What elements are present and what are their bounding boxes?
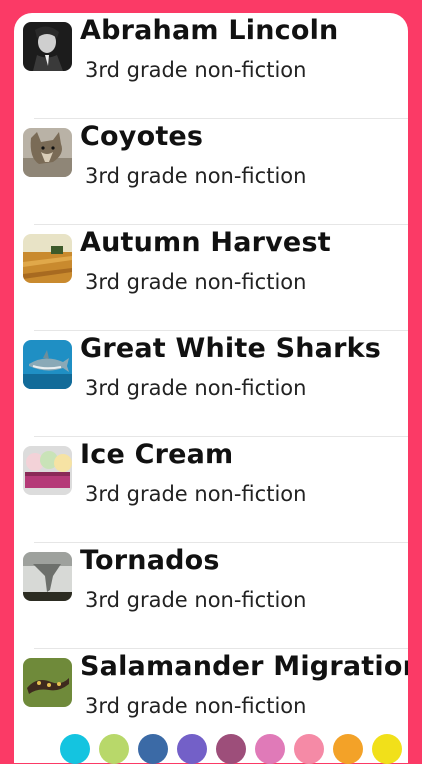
harvest-thumbnail (23, 234, 72, 283)
ice-cream-thumbnail (23, 446, 72, 495)
story-row-autumn-harvest[interactable]: Autumn Harvest 3rd grade non-fiction (14, 225, 408, 331)
story-subtitle: 3rd grade non-fiction (85, 694, 307, 718)
story-title: Autumn Harvest (80, 227, 331, 258)
story-row-ice-cream[interactable]: Ice Cream 3rd grade non-fiction (14, 437, 408, 543)
story-row-abraham-lincoln[interactable]: Abraham Lincoln 3rd grade non-fiction (14, 13, 408, 119)
story-subtitle: 3rd grade non-fiction (85, 164, 307, 188)
color-dot-blue[interactable] (138, 734, 168, 764)
lincoln-thumbnail (23, 22, 72, 71)
story-subtitle: 3rd grade non-fiction (85, 482, 307, 506)
shark-thumbnail (23, 340, 72, 389)
story-title: Tornados (80, 545, 220, 576)
story-title: Coyotes (80, 121, 204, 152)
story-subtitle: 3rd grade non-fiction (85, 376, 307, 400)
story-title: Great White Sharks (80, 333, 382, 364)
story-row-coyotes[interactable]: Coyotes 3rd grade non-fiction (14, 119, 408, 225)
color-dot-pink[interactable] (255, 734, 285, 764)
color-dot-lime[interactable] (99, 734, 129, 764)
story-subtitle: 3rd grade non-fiction (85, 270, 307, 294)
story-subtitle: 3rd grade non-fiction (85, 588, 307, 612)
story-title: Abraham Lincoln (80, 15, 339, 46)
story-row-tornados[interactable]: Tornados 3rd grade non-fiction (14, 543, 408, 649)
story-title: Salamander Migration (80, 651, 408, 682)
color-dot-rose[interactable] (294, 734, 324, 764)
color-dot-purple[interactable] (177, 734, 207, 764)
story-subtitle: 3rd grade non-fiction (85, 58, 307, 82)
color-dot-plum[interactable] (216, 734, 246, 764)
color-dot-orange[interactable] (333, 734, 363, 764)
coyote-thumbnail (23, 128, 72, 177)
salamander-thumbnail (23, 658, 72, 707)
story-row-great-white-sharks[interactable]: Great White Sharks 3rd grade non-fiction (14, 331, 408, 437)
story-list-card: Abraham Lincoln 3rd grade non-fiction Co… (14, 13, 408, 763)
color-dot-yellow[interactable] (372, 734, 402, 764)
color-dot-cyan[interactable] (60, 734, 90, 764)
story-title: Ice Cream (80, 439, 234, 470)
tornado-thumbnail (23, 552, 72, 601)
